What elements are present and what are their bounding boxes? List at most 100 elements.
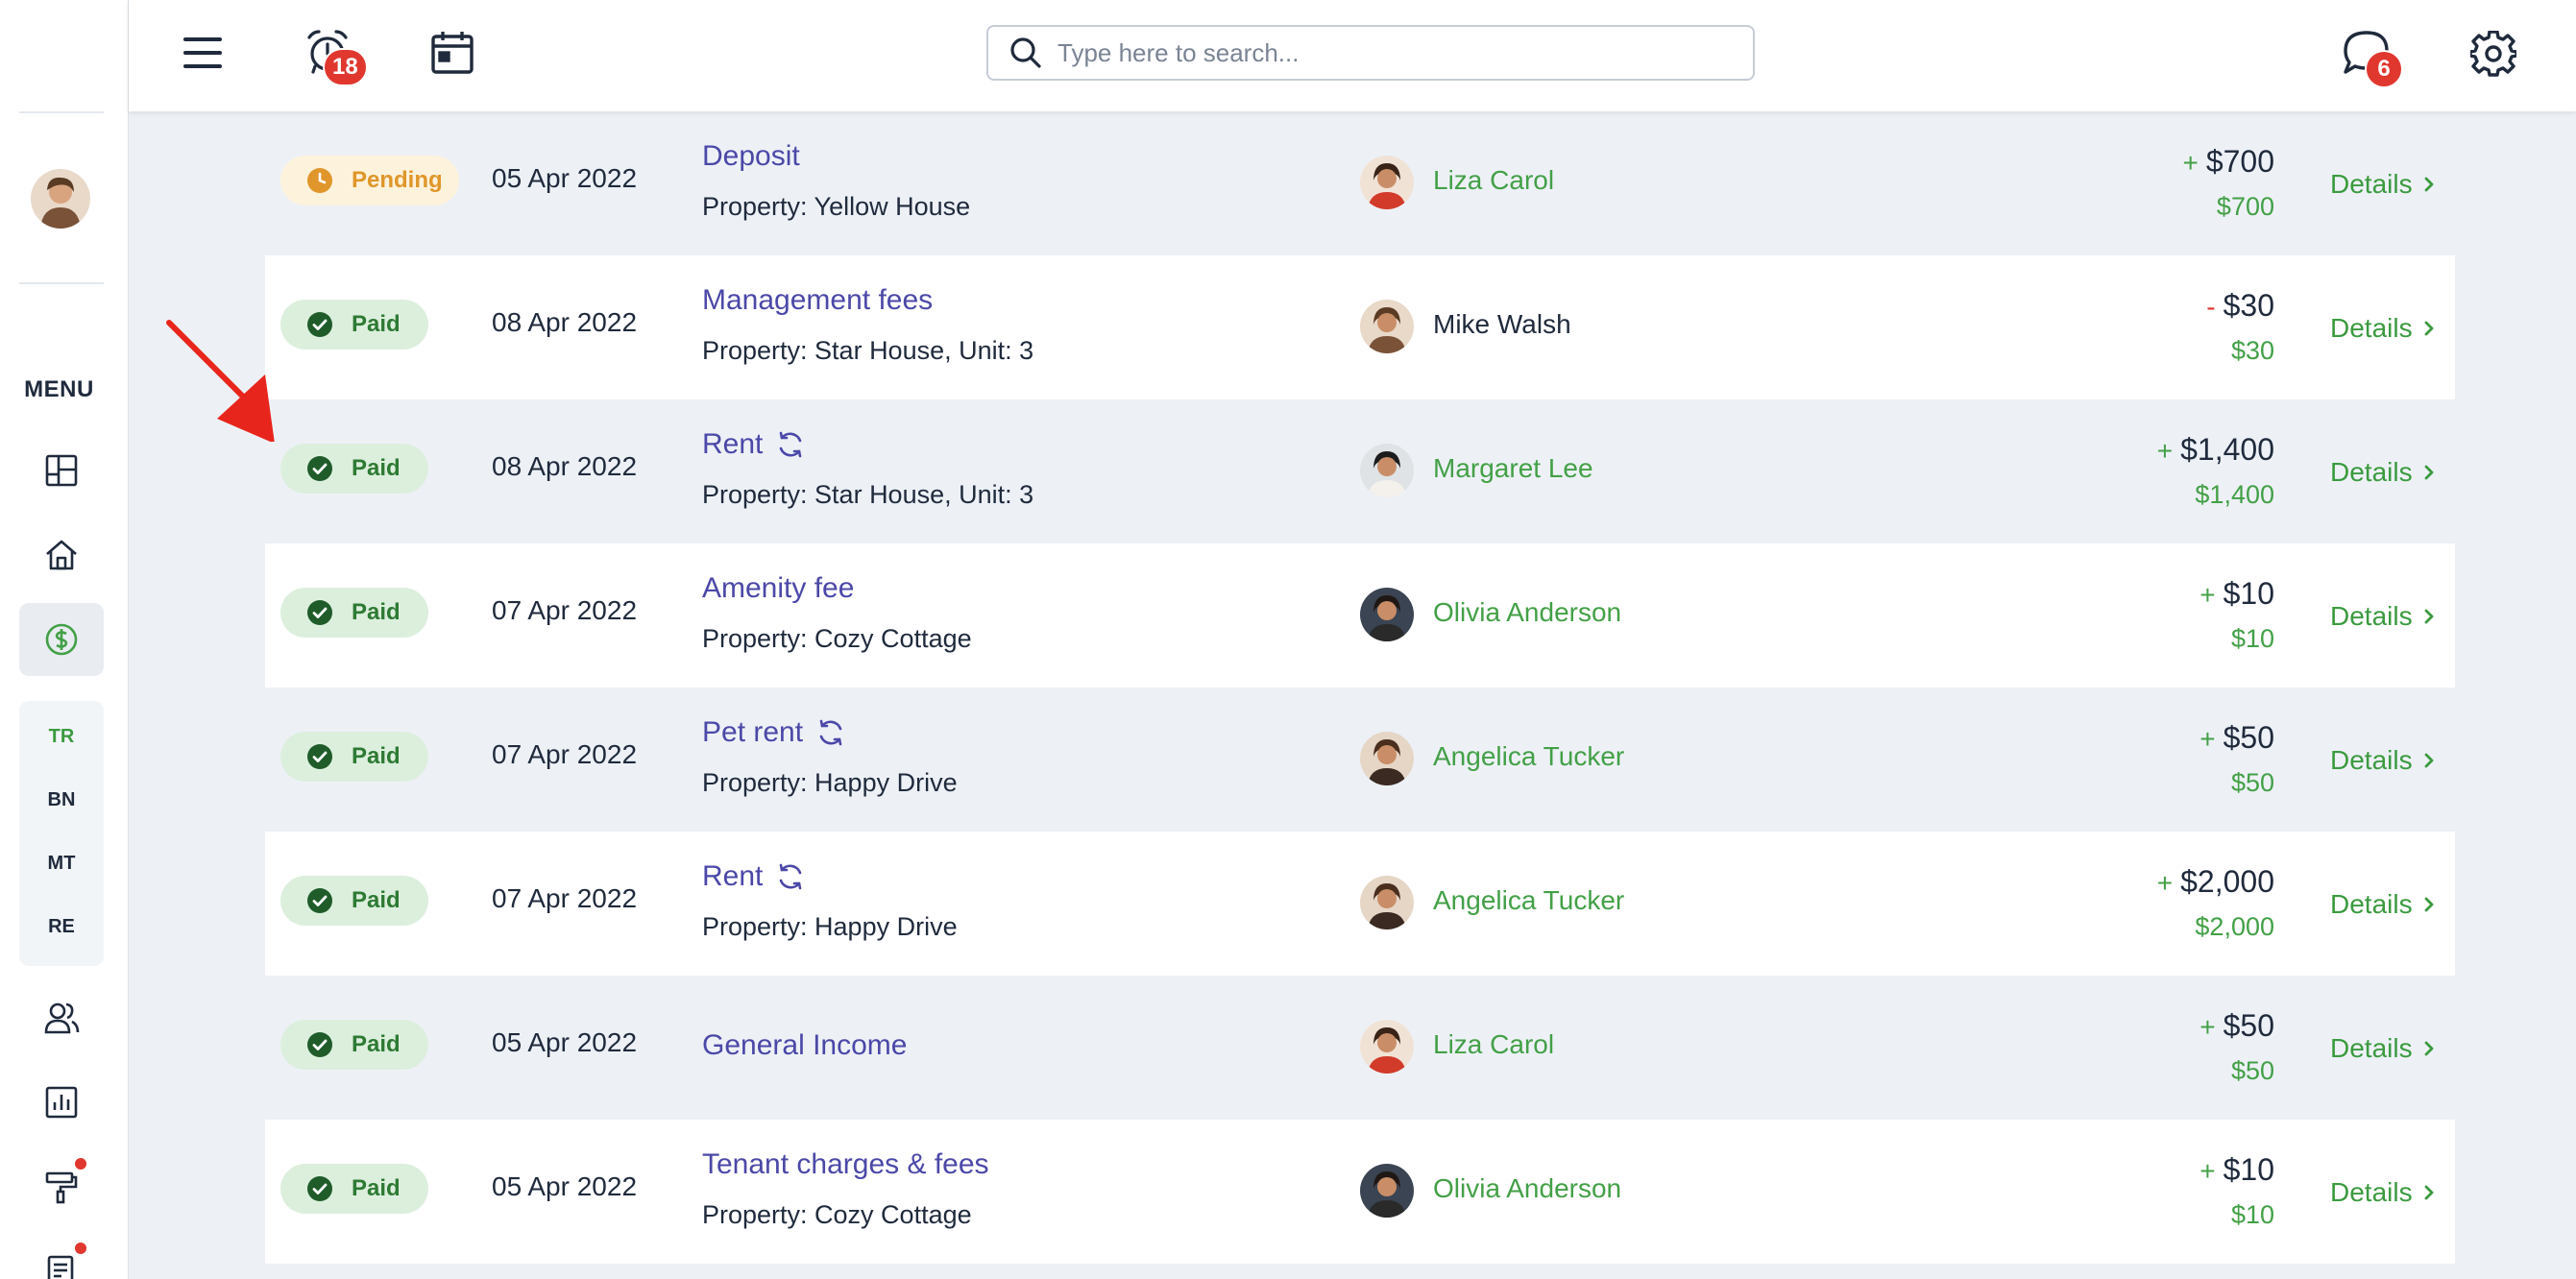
check-circle-icon: [307, 312, 332, 337]
transaction-title-link[interactable]: Deposit: [702, 140, 800, 173]
transaction-title[interactable]: Tenant charges & fees: [702, 1148, 989, 1181]
person-name[interactable]: Angelica Tucker: [1433, 885, 1624, 916]
details-link[interactable]: Details: [2330, 745, 2436, 776]
transaction-title-link[interactable]: Pet rent: [702, 716, 845, 749]
person-name[interactable]: Liza Carol: [1433, 165, 1554, 196]
table-row[interactable]: Paid 07 Apr 2022 Amenity fee Property: Cozy…: [265, 543, 2455, 688]
details-link[interactable]: Details: [2330, 313, 2436, 344]
status-badge: Paid: [280, 588, 428, 638]
transaction-date: 07 Apr 2022: [492, 883, 638, 913]
status-label: Paid: [352, 887, 401, 913]
table-row[interactable]: Paid 08 Apr 2022 Rent Property: Star House,…: [265, 399, 2455, 543]
messages-chat-icon[interactable]: 6: [2340, 27, 2403, 88]
details-link[interactable]: Details: [2330, 169, 2436, 200]
details-label[interactable]: Details: [2330, 889, 2413, 920]
transaction-date: 05 Apr 2022: [492, 1171, 638, 1201]
amount-secondary: $50: [2230, 1056, 2274, 1085]
maintenance-roller-icon[interactable]: [19, 1150, 104, 1223]
amount-secondary: $10: [2230, 624, 2274, 653]
submenu-item-tr[interactable]: TR: [19, 726, 104, 748]
user-avatar[interactable]: [31, 169, 90, 229]
home-icon[interactable]: [19, 519, 104, 591]
amount-value: $700: [2205, 144, 2274, 179]
transaction-title-link[interactable]: Amenity fee: [702, 572, 854, 605]
transaction-title[interactable]: General Income: [702, 1029, 907, 1062]
details-link[interactable]: Details: [2330, 1177, 2436, 1208]
details-label[interactable]: Details: [2330, 601, 2413, 632]
table-row[interactable]: Paid 05 Apr 2022 General Income Liza Carol +…: [265, 976, 2455, 1120]
table-row[interactable]: Paid 05 Apr 2022 Tenant charges & fees Prop…: [265, 1120, 2455, 1264]
chevron-right-icon: [2422, 1039, 2436, 1058]
details-link[interactable]: Details: [2330, 457, 2436, 488]
sidebar: MENU TR BN MT RE: [0, 0, 129, 1279]
person-avatar: [1360, 156, 1414, 209]
details-label[interactable]: Details: [2330, 1177, 2413, 1208]
transaction-amount: + $2,000: [2157, 864, 2274, 900]
amount-secondary: $50: [2230, 768, 2274, 797]
transaction-title[interactable]: Management fees: [702, 284, 933, 317]
details-label[interactable]: Details: [2330, 169, 2413, 200]
calendar-icon[interactable]: [428, 27, 476, 77]
transaction-title-link[interactable]: Management fees: [702, 284, 933, 317]
search-input[interactable]: [1057, 37, 1711, 68]
details-link[interactable]: Details: [2330, 889, 2436, 920]
transaction-title[interactable]: Deposit: [702, 140, 800, 173]
transaction-date: 05 Apr 2022: [492, 1027, 638, 1057]
amount-sign: +: [2182, 148, 2199, 178]
transaction-title-link[interactable]: Rent: [702, 860, 805, 893]
check-circle-icon: [307, 456, 332, 481]
transaction-title-link[interactable]: General Income: [702, 1029, 907, 1062]
person-avatar: [1360, 588, 1414, 641]
notifications-count-badge: 18: [323, 48, 368, 86]
person-name[interactable]: Olivia Anderson: [1433, 597, 1621, 628]
person-name[interactable]: Liza Carol: [1433, 1029, 1554, 1060]
documents-icon[interactable]: [19, 1235, 104, 1279]
transactions-table: Pending 05 Apr 2022 Deposit Property: Yello…: [265, 111, 2455, 1279]
table-row[interactable]: Paid 07 Apr 2022 Rent Property: Happy Drive…: [265, 832, 2455, 976]
status-label: Paid: [352, 311, 401, 337]
details-label[interactable]: Details: [2330, 1033, 2413, 1064]
person-name[interactable]: Olivia Anderson: [1433, 1173, 1621, 1204]
details-label[interactable]: Details: [2330, 457, 2413, 488]
amount-secondary: $2,000: [2195, 912, 2274, 941]
dashboard-icon[interactable]: [19, 434, 104, 507]
chevron-right-icon: [2422, 175, 2436, 194]
people-icon[interactable]: [19, 981, 104, 1054]
transaction-property: Property: Happy Drive: [702, 912, 958, 941]
submenu-item-mt[interactable]: MT: [19, 853, 104, 875]
amount-value: $10: [2223, 576, 2274, 611]
transaction-title-link[interactable]: Tenant charges & fees: [702, 1148, 989, 1181]
reports-chart-icon[interactable]: [19, 1066, 104, 1139]
person-avatar: [1360, 876, 1414, 929]
table-row[interactable]: Pending 05 Apr 2022 Deposit Property: Yello…: [265, 111, 2455, 255]
accounting-dollar-icon[interactable]: [19, 603, 104, 676]
status-badge: Pending: [280, 156, 459, 205]
submenu-item-re[interactable]: RE: [19, 916, 104, 938]
transaction-title[interactable]: Pet rent: [702, 716, 803, 749]
transaction-title[interactable]: Rent: [702, 428, 763, 461]
submenu-item-bn[interactable]: BN: [19, 789, 104, 811]
amount-secondary: $30: [2230, 336, 2274, 365]
amount-sign: +: [2199, 724, 2216, 754]
settings-gear-icon[interactable]: [2467, 27, 2520, 81]
amount-value: $1,400: [2180, 432, 2274, 467]
transaction-title-link[interactable]: Rent: [702, 428, 805, 461]
table-row[interactable]: Paid 08 Apr 2022 Management fees Property: …: [265, 255, 2455, 399]
search-box[interactable]: [986, 25, 1755, 81]
details-link[interactable]: Details: [2330, 601, 2436, 632]
transaction-title[interactable]: Amenity fee: [702, 572, 854, 605]
transaction-title[interactable]: Rent: [702, 860, 763, 893]
details-link[interactable]: Details: [2330, 1033, 2436, 1064]
amount-value: $10: [2223, 1152, 2274, 1187]
person-name[interactable]: Margaret Lee: [1433, 453, 1593, 484]
details-label[interactable]: Details: [2330, 313, 2413, 344]
table-row[interactable]: Paid 07 Apr 2022 Pet rent Property: Happy D…: [265, 688, 2455, 832]
status-label: Paid: [352, 1031, 401, 1057]
chevron-right-icon: [2422, 751, 2436, 770]
details-label[interactable]: Details: [2330, 745, 2413, 776]
status-label: Pending: [352, 167, 443, 193]
hamburger-menu-icon[interactable]: [179, 29, 227, 77]
transaction-date: 07 Apr 2022: [492, 739, 638, 769]
alarm-clock-notifications-icon[interactable]: 18: [304, 27, 368, 86]
person-name[interactable]: Angelica Tucker: [1433, 741, 1624, 772]
